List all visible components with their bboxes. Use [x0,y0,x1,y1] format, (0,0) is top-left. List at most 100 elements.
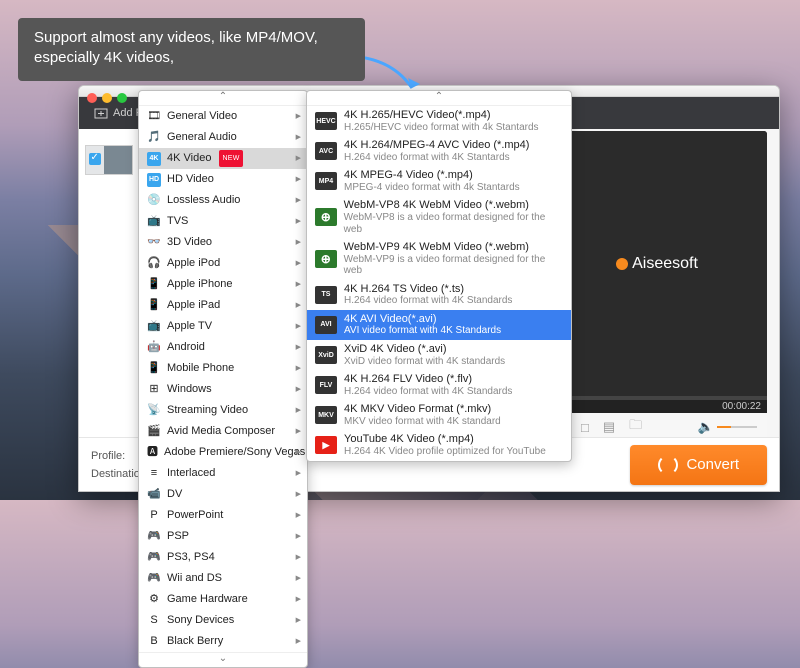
category-item[interactable]: BBlack Berry [139,631,307,652]
preview-viewport: Aiseesoft [547,131,767,396]
category-item[interactable]: 🎬Avid Media Composer [139,421,307,442]
category-item[interactable]: 📡Streaming Video [139,400,307,421]
scroll-up-button[interactable]: ⌃ [307,91,571,106]
format-item[interactable]: XviD XviD 4K Video (*.avi)XviD video form… [307,340,571,370]
format-icon: AVC [315,142,337,160]
category-item[interactable]: 📺Apple TV [139,316,307,337]
format-title: 4K MPEG-4 Video (*.mp4) [344,169,520,182]
new-badge: NEW [219,150,242,167]
category-label: Wii and DS [167,570,222,587]
category-icon: 📹 [147,488,161,502]
format-item[interactable]: ⊕WebM-VP8 4K WebM Video (*.webm)WebM-VP8… [307,196,571,238]
category-item[interactable]: SSony Devices [139,610,307,631]
category-label: Apple TV [167,318,212,335]
zoom-icon[interactable] [117,93,127,103]
category-label: Apple iPhone [167,276,232,293]
category-label: Adobe Premiere/Sony Vegas [164,444,305,461]
format-desc: XviD video format with 4K standards [344,356,505,368]
category-icon: 🎵 [147,131,161,145]
category-icon: ⚙ [147,593,161,607]
category-item[interactable]: ⊞Windows [139,379,307,400]
snapshot-icon[interactable]: ▤ [603,419,615,435]
format-title: 4K H.265/HEVC Video(*.mp4) [344,109,539,122]
format-desc: WebM-VP8 is a video format designed for … [344,212,563,235]
folder-icon[interactable]: 🗀 [629,416,642,438]
close-icon[interactable] [87,93,97,103]
chevron-up-icon: ⌃ [435,91,443,102]
format-title: 4K H.264 FLV Video (*.flv) [344,373,512,386]
category-item[interactable]: ≡Interlaced [139,463,307,484]
format-item[interactable]: FLV 4K H.264 FLV Video (*.flv)H.264 video… [307,370,571,400]
format-item[interactable]: AVI4K AVI Video(*.avi)AVI video format w… [307,310,571,340]
category-icon: 📺 [147,215,161,229]
format-item[interactable]: HEVC4K H.265/HEVC Video(*.mp4)H.265/HEVC… [307,106,571,136]
format-text: 4K AVI Video(*.avi)AVI video format with… [344,313,501,337]
category-item[interactable]: 🎮Wii and DS [139,568,307,589]
format-item[interactable]: ▶YouTube 4K Video (*.mp4)H.264 4K Video … [307,430,571,460]
category-label: TVS [167,213,188,230]
minimize-icon[interactable] [102,93,112,103]
category-menu[interactable]: ⌃ 🎞General Video🎵General Audio4K4K Video… [138,90,308,668]
category-item[interactable]: 💿Lossless Audio [139,190,307,211]
category-item[interactable]: PPowerPoint [139,505,307,526]
convert-button[interactable]: Convert [630,445,767,485]
category-item[interactable]: 📱Mobile Phone [139,358,307,379]
scroll-up-button[interactable]: ⌃ [139,91,307,106]
format-item[interactable]: MP44K MPEG-4 Video (*.mp4)MPEG-4 video f… [307,166,571,196]
category-icon: 🅰 [147,446,158,460]
category-item[interactable]: 🎮PS3, PS4 [139,547,307,568]
format-submenu[interactable]: ⌃ HEVC4K H.265/HEVC Video(*.mp4)H.265/HE… [306,90,572,462]
preview-panel: Aiseesoft 00:00:22 ▷ □ ▤ 🗀 🔈 [547,131,767,441]
stop-icon[interactable]: □ [581,420,589,435]
format-icon: HEVC [315,112,337,130]
category-label: DV [167,486,182,503]
category-item[interactable]: 🎧Apple iPod [139,253,307,274]
traffic-lights [87,93,127,103]
format-desc: MPEG-4 video format with 4k Stantards [344,182,520,194]
format-text: WebM-VP9 4K WebM Video (*.webm)WebM-VP9 … [344,241,563,277]
check-icon[interactable] [89,153,101,165]
format-item[interactable]: AVC4K H.264/MPEG-4 AVC Video (*.mp4)H.26… [307,136,571,166]
scroll-down-button[interactable]: ⌄ [139,652,307,667]
category-label: 3D Video [167,234,212,251]
category-icon: 🎞 [147,110,161,124]
category-item[interactable]: 4K4K VideoNEW [139,148,307,169]
format-icon: XviD [315,346,337,364]
format-item[interactable]: ⊕ WebM-VP9 4K WebM Video (*.webm)WebM-VP9… [307,238,571,280]
category-item[interactable]: 🅰 Adobe Premiere/Sony Vegas [139,442,307,463]
category-label: 4K Video [167,150,211,167]
format-item[interactable]: TS4K H.264 TS Video (*.ts)H.264 video fo… [307,280,571,310]
category-icon: 💿 [147,194,161,208]
category-icon: 🎧 [147,257,161,271]
format-text: 4K MKV Video Format (*.mkv)MKV video for… [344,403,501,427]
category-item[interactable]: ⚙ Game Hardware [139,589,307,610]
format-desc: AVI video format with 4K Standards [344,325,501,337]
webm-icon: ⊕ [315,250,337,268]
format-title: 4K H.264 TS Video (*.ts) [344,283,512,296]
format-desc: H.264 4K Video profile optimized for You… [344,446,546,458]
chevron-down-icon: ⌄ [219,653,227,664]
category-item[interactable]: 👓3D Video [139,232,307,253]
category-item[interactable]: 🎞General Video [139,106,307,127]
volume-control[interactable]: 🔈 [698,419,757,435]
category-item[interactable]: HDHD Video [139,169,307,190]
progress-bar[interactable] [547,396,767,400]
category-item[interactable]: 📱Apple iPad [139,295,307,316]
category-item[interactable]: 🤖Android [139,337,307,358]
format-desc: WebM-VP9 is a video format designed for … [344,254,563,277]
category-item[interactable]: 📱Apple iPhone [139,274,307,295]
format-icon: FLV [315,376,337,394]
category-item[interactable]: 📺 TVS [139,211,307,232]
format-item[interactable]: MKV4K MKV Video Format (*.mkv)MKV video … [307,400,571,430]
category-label: PSP [167,528,189,545]
format-text: 4K H.264 FLV Video (*.flv)H.264 video fo… [344,373,512,397]
format-title: XviD 4K Video (*.avi) [344,343,505,356]
video-thumbnail[interactable] [85,145,133,175]
category-item[interactable]: 🎮PSP [139,526,307,547]
category-icon: HD [147,173,161,187]
category-label: PS3, PS4 [167,549,215,566]
category-item[interactable]: 🎵General Audio [139,127,307,148]
category-label: Game Hardware [167,591,248,608]
category-icon: B [147,635,161,649]
category-item[interactable]: 📹 DV [139,484,307,505]
